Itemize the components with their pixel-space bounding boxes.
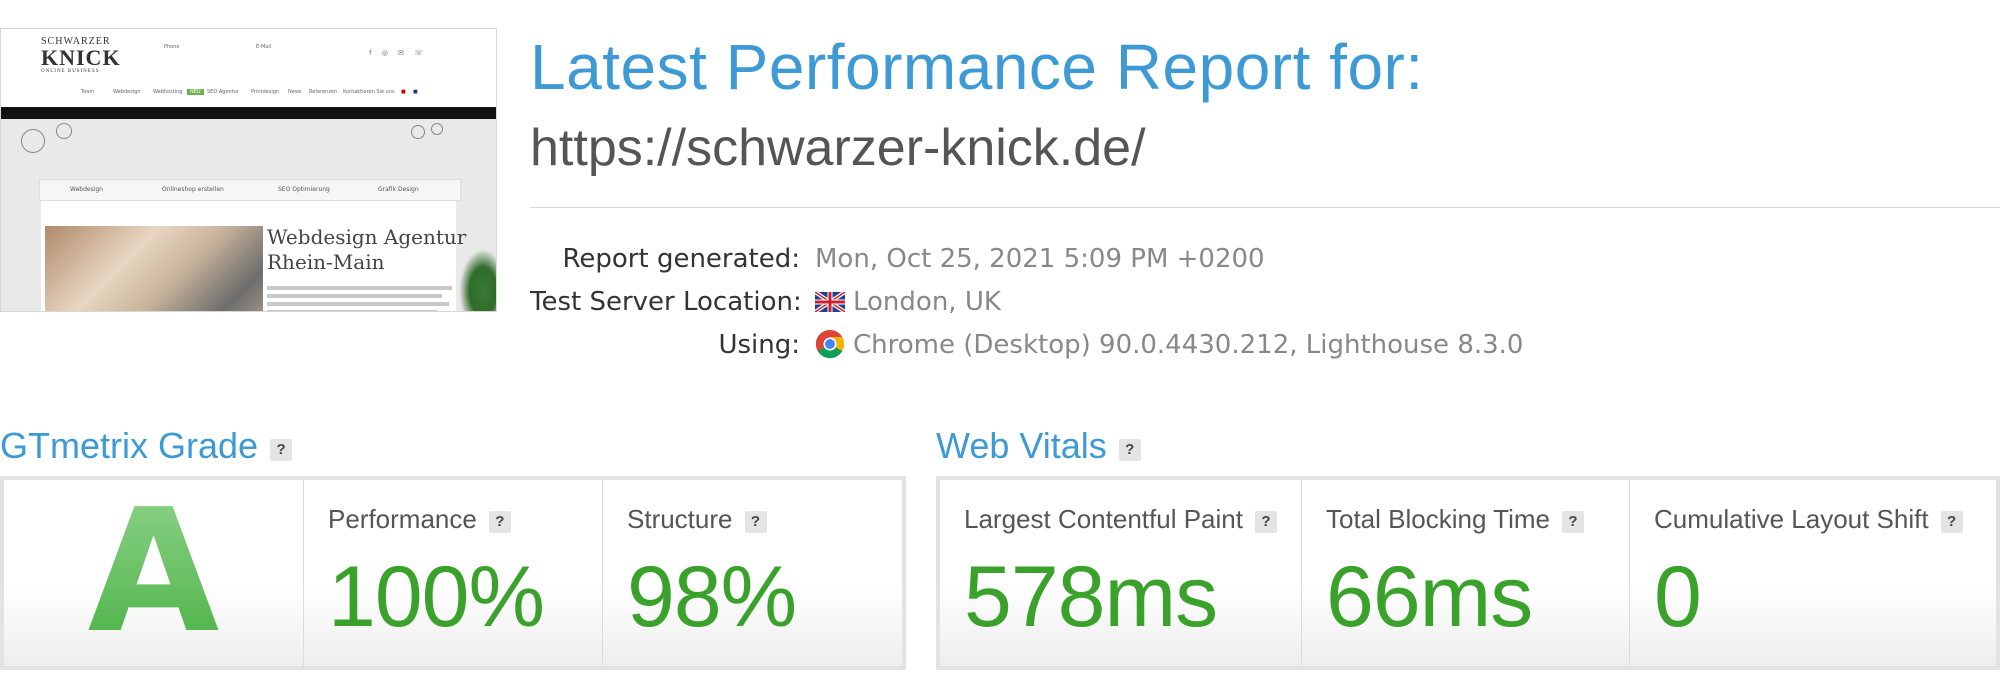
tbt-label: Total Blocking Time [1326,504,1550,534]
flag-de-icon: ■ [401,89,406,95]
test-server-location-value: London, UK [853,287,1001,317]
structure-value: 98% [627,549,797,645]
site-logo: SCHWARZER KNICK ONLINE BUSINESS [41,36,121,75]
cls-label: Cumulative Layout Shift [1654,504,1929,534]
thumbnail-email: E-Mail [256,44,272,50]
structure-label: Structure [627,504,733,534]
thumbnail-tabs: Webdesign Onlineshop erstellen SEO Optim… [39,179,461,201]
flag-uk-icon: ■ [413,89,418,95]
web-vitals-panel: Largest Contentful Paint? 578ms Total Bl… [936,476,2000,670]
website-screenshot-thumbnail: SCHWARZER KNICK ONLINE BUSINESS Phone E-… [0,28,497,312]
gtmetrix-grade-help-icon[interactable]: ? [270,439,293,461]
thumbnail-menu: Team Webdesign Webhosting NEU SEO Agentu… [1,79,496,108]
structure-cell: Structure? 98% [603,480,902,666]
tbt-help-icon[interactable]: ? [1561,511,1584,533]
gtmetrix-grade-panel: A Performance? 100% Structure? 98% [0,476,906,670]
thumbnail-phone: Phone [164,44,180,50]
cls-cell: Cumulative Layout Shift? 0 [1630,480,1996,666]
performance-help-icon[interactable]: ? [488,511,511,533]
lcp-value: 578ms [964,549,1218,645]
lcp-cell: Largest Contentful Paint? 578ms [940,480,1302,666]
report-generated-value: Mon, Oct 25, 2021 5:09 PM +0200 [815,244,1265,274]
tbt-cell: Total Blocking Time? 66ms [1302,480,1630,666]
using-value: Chrome (Desktop) 90.0.4430.212, Lighthou… [853,330,1524,360]
lcp-help-icon[interactable]: ? [1254,511,1277,533]
performance-value: 100% [328,549,545,645]
structure-help-icon[interactable]: ? [744,511,767,533]
chrome-icon [815,329,845,359]
social-icons: f ◎ ✉ ☏ [369,49,427,57]
grade-cell: A [4,480,304,666]
performance-cell: Performance? 100% [304,480,603,666]
performance-label: Performance [328,504,477,534]
grade-letter: A [4,482,303,662]
report-url[interactable]: https://schwarzer-knick.de/ [530,118,1146,178]
using-label: Using: [718,330,800,360]
thumbnail-black-bar [1,107,496,119]
web-vitals-help-icon[interactable]: ? [1118,439,1141,461]
gtmetrix-grade-title: GTmetrix Grade? [0,425,293,467]
web-vitals-title: Web Vitals? [936,425,1141,467]
using-row: Using: Chrome (Desktop) 90.0.4430.212, L… [530,328,1530,362]
tbt-value: 66ms [1326,549,1533,645]
test-server-location-label: Test Server Location: [530,287,802,317]
thumbnail-hero-heading: Webdesign Agentur Rhein-Main [267,225,467,274]
report-generated-row: Report generated: Mon, Oct 25, 2021 5:09… [530,242,1530,276]
test-server-location-row: Test Server Location: London, UK [530,285,1530,319]
cls-help-icon[interactable]: ? [1940,511,1963,533]
cls-value: 0 [1654,549,1702,645]
thumbnail-team-photo [45,226,263,311]
thumbnail-plant [459,249,496,311]
report-generated-label: Report generated: [562,244,800,274]
header-divider [530,207,2000,208]
page-title: Latest Performance Report for: [530,31,1424,103]
uk-flag-icon [815,292,845,312]
thumbnail-paragraph [267,286,452,290]
lcp-label: Largest Contentful Paint [964,504,1243,534]
thumbnail-header: SCHWARZER KNICK ONLINE BUSINESS Phone E-… [1,29,496,80]
